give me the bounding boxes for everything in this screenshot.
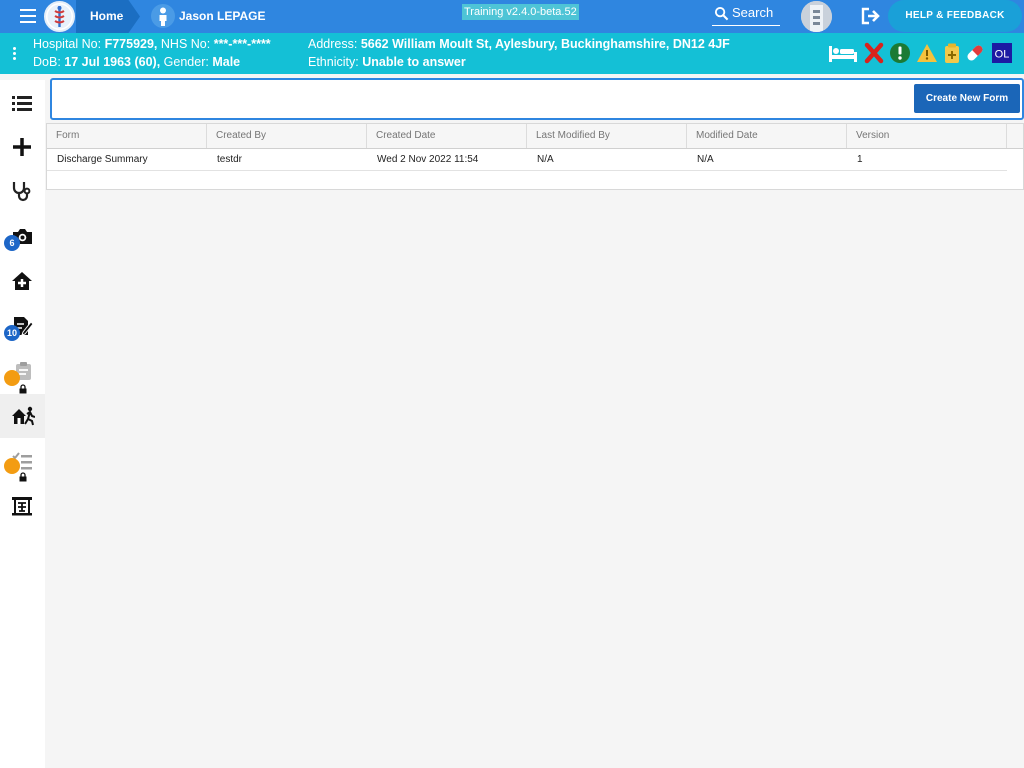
nav-home-care[interactable] — [0, 259, 45, 303]
gender-value: Male — [212, 55, 241, 69]
cell-version: 1 — [857, 154, 863, 165]
help-feedback-button[interactable]: HELP & FEEDBACK — [888, 0, 1022, 32]
pill-icon[interactable] — [964, 42, 986, 64]
menu-icon[interactable] — [20, 9, 36, 23]
nhs-no-value: ***-***-**** — [213, 37, 271, 51]
nav-ward-board[interactable] — [0, 484, 45, 528]
hospital-no-value: F775929, — [104, 37, 158, 51]
column-header-created-date[interactable]: Created Date — [367, 124, 527, 148]
nav-discharge[interactable] — [0, 394, 45, 438]
user-avatar[interactable] — [801, 1, 832, 32]
more-vert-icon[interactable] — [13, 47, 17, 62]
column-header-version[interactable]: Version — [847, 124, 1007, 148]
app-logo[interactable] — [44, 1, 75, 32]
address-label: Address: — [308, 37, 358, 51]
cross-icon[interactable] — [863, 42, 885, 64]
cell-created-date: Wed 2 Nov 2022 11:54 — [377, 154, 479, 165]
list-icon — [12, 96, 32, 111]
patient-ethnicity: Ethnicity: Unable to answer — [308, 55, 466, 69]
search-label: Search — [732, 5, 774, 20]
create-new-form-button[interactable]: Create New Form — [914, 84, 1020, 113]
dob-label: DoB: — [33, 55, 61, 69]
notes-count-badge: 10 — [4, 325, 20, 341]
table-header: Form Created By Created Date Last Modifi… — [47, 124, 1023, 149]
column-header-last-modified-by[interactable]: Last Modified By — [527, 124, 687, 148]
patient-ids: Hospital No: F775929, NHS No: ***-***-**… — [33, 37, 271, 51]
home-medical-icon — [12, 272, 32, 290]
column-header-created-by[interactable]: Created By — [207, 124, 367, 148]
nav-locked-checklist[interactable] — [0, 439, 45, 483]
column-header-modified-date[interactable]: Modified Date — [687, 124, 847, 148]
address-value: 5662 William Moult St, Aylesbury, Buckin… — [360, 37, 730, 51]
medical-bag-icon[interactable] — [941, 42, 963, 64]
search-icon — [714, 6, 729, 21]
nav-add[interactable] — [0, 125, 45, 169]
cell-last-modified-by: N/A — [537, 154, 554, 165]
nav-photos[interactable]: 6 — [0, 214, 45, 258]
main-content: Create New Form Form Created By Created … — [46, 74, 1024, 768]
nhs-no-label: NHS No: — [160, 37, 211, 51]
patient-address: Address: 5662 William Moult St, Aylesbur… — [308, 37, 730, 51]
top-bar: Home Jason LEPAGE Training v2.4.0-beta.5… — [0, 0, 1024, 33]
table-row[interactable]: Discharge Summary testdr Wed 2 Nov 2022 … — [47, 149, 1007, 171]
alert-circle-icon[interactable] — [889, 42, 911, 64]
discharge-icon — [12, 406, 35, 426]
nav-locked-forms[interactable] — [0, 349, 45, 394]
home-link[interactable]: Home — [90, 9, 123, 23]
forms-toolbar: Create New Form — [50, 78, 1024, 120]
forms-table: Form Created By Created Date Last Modifi… — [46, 123, 1024, 190]
ethnicity-value: Unable to answer — [362, 55, 466, 69]
person-icon — [151, 4, 175, 28]
lock-icon — [4, 458, 27, 482]
gender-label: Gender: — [163, 55, 209, 69]
ol-flag-label: OL — [995, 49, 1010, 61]
warning-icon[interactable] — [916, 42, 938, 64]
patient-name-link[interactable]: Jason LEPAGE — [179, 9, 265, 23]
stethoscope-icon — [12, 182, 31, 202]
patient-demographics: DoB: 17 Jul 1963 (60), Gender: Male — [33, 55, 240, 69]
dob-value: 17 Jul 1963 (60), — [64, 55, 161, 69]
ol-flag[interactable]: OL — [991, 42, 1013, 64]
logout-icon[interactable] — [860, 6, 884, 26]
environment-label: Training v2.4.0-beta.52 — [462, 4, 579, 20]
ward-board-icon — [12, 497, 32, 516]
lock-icon — [4, 370, 27, 394]
plus-icon — [13, 138, 31, 156]
cell-form: Discharge Summary — [57, 154, 148, 165]
cell-modified-date: N/A — [697, 154, 714, 165]
side-nav: 6 10 — [0, 80, 45, 768]
cell-created-by: testdr — [217, 154, 243, 165]
column-header-form[interactable]: Form — [47, 124, 207, 148]
nav-list[interactable] — [0, 81, 45, 125]
search-button[interactable]: Search — [712, 4, 780, 26]
ethnicity-label: Ethnicity: — [308, 55, 359, 69]
nav-notes[interactable]: 10 — [0, 304, 45, 348]
nav-clinical[interactable] — [0, 169, 45, 213]
bed-icon[interactable] — [828, 42, 858, 64]
photos-count-badge: 6 — [4, 235, 20, 251]
hospital-no-label: Hospital No: — [33, 37, 102, 51]
patient-banner: Hospital No: F775929, NHS No: ***-***-**… — [0, 33, 1024, 74]
